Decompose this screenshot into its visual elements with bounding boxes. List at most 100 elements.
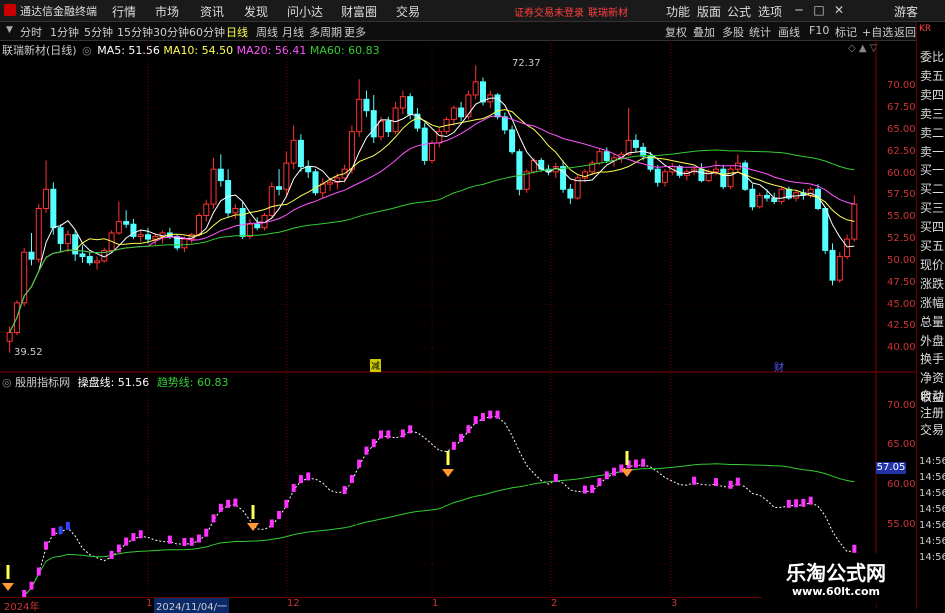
- candle-body-62: [458, 107, 465, 118]
- stock-title: 联瑞新材: [588, 8, 628, 19]
- candle-body-31: [232, 208, 239, 214]
- marker-jian[interactable]: 减: [370, 359, 382, 372]
- menu-wenxiaoda[interactable]: 问小达: [287, 3, 323, 20]
- y-tick-main-2: 65.00: [887, 123, 916, 135]
- candle-body-51: [378, 120, 385, 138]
- candle-body-42: [312, 171, 319, 194]
- tool-tongji[interactable]: 统计: [749, 24, 771, 40]
- ind-bar-29: [218, 503, 223, 512]
- menu-xuanxiang[interactable]: 选项: [758, 3, 782, 20]
- menu-zixun[interactable]: 资讯: [200, 3, 224, 20]
- ind-bar-110: [808, 496, 813, 505]
- y-tick-ind-2: 60.00: [887, 479, 916, 491]
- period-60min[interactable]: 60分钟: [189, 24, 225, 40]
- panel-lower-2[interactable]: 交易: [920, 421, 944, 438]
- period-daily[interactable]: 日线: [226, 24, 248, 40]
- right-quote-panel: KR 委比 卖五 卖四 卖三 卖二 卖一 买一 买二 买三 买四 买五 现价 涨跌 涨幅 总量 外盘 换手 净资收…: [916, 22, 945, 609]
- menu-faxian[interactable]: 发现: [244, 3, 268, 20]
- candle-body-69: [509, 129, 516, 153]
- tool-huaxian[interactable]: 画线: [778, 24, 800, 40]
- tool-zixuan[interactable]: +自选: [862, 24, 893, 40]
- ind-bar-50: [371, 439, 376, 448]
- candle-body-82: [603, 151, 610, 161]
- period-30min[interactable]: 30分钟: [153, 24, 189, 40]
- high-price-label: 72.37: [512, 58, 541, 69]
- period-1min[interactable]: 1分钟: [50, 24, 79, 40]
- panel-lower-1[interactable]: 注册: [920, 404, 944, 421]
- maximize-icon[interactable]: □: [810, 2, 828, 18]
- tool-duogu[interactable]: 多股: [722, 24, 744, 40]
- candle-body-44: [327, 181, 334, 185]
- toolbar-menu-icon[interactable]: ▼: [6, 25, 14, 35]
- minimize-icon[interactable]: ─: [790, 2, 808, 18]
- menu-caifuquan[interactable]: 财富圈: [341, 3, 377, 20]
- ind-bar-116: [852, 544, 857, 553]
- ind-bar-107: [786, 499, 791, 508]
- candle-body-16: [123, 221, 130, 225]
- candle-body-27: [203, 203, 210, 216]
- tool-fanhui[interactable]: 返回: [894, 24, 916, 40]
- menu-hangqing[interactable]: 行情: [112, 3, 136, 20]
- ind-bar-80: [590, 484, 595, 493]
- candle-body-7: [57, 227, 64, 244]
- period-5min[interactable]: 5分钟: [84, 24, 113, 40]
- menu-gongshi[interactable]: 公式: [727, 3, 751, 20]
- period-monthly[interactable]: 月线: [282, 24, 304, 40]
- period-more[interactable]: 更多: [344, 24, 366, 40]
- ind-bar-18: [138, 530, 143, 539]
- login-warning[interactable]: 证券交易未登录: [514, 4, 584, 19]
- watermark-url: www.60lt.com: [792, 585, 881, 598]
- candle-body-92: [676, 166, 683, 176]
- panel-lower-0[interactable]: 自动: [920, 387, 944, 404]
- period-15min[interactable]: 15分钟: [117, 24, 153, 40]
- ind-bar-99: [728, 480, 733, 489]
- tool-diejia[interactable]: 叠加: [693, 24, 715, 40]
- tool-biaoji[interactable]: 标记: [835, 24, 857, 40]
- tool-f10[interactable]: F10: [809, 24, 829, 37]
- candle-body-0: [6, 332, 13, 342]
- menu-shichang[interactable]: 市场: [155, 3, 179, 20]
- candle-body-24: [181, 238, 188, 249]
- signal-diamond-1: [247, 523, 259, 531]
- ind-bar-48: [357, 459, 362, 468]
- candle-body-10: [79, 253, 86, 258]
- period-weekly[interactable]: 周线: [256, 24, 278, 40]
- y-tick-main-3: 62.50: [887, 145, 916, 157]
- panel-row-7: 买二: [920, 182, 945, 197]
- menu-gongneng[interactable]: 功能: [666, 3, 690, 20]
- period-multi[interactable]: 多周期: [309, 24, 342, 40]
- ind-bar-97: [714, 478, 718, 487]
- panel-row-17: 净资: [920, 371, 945, 386]
- panel-row-13: 涨幅: [920, 295, 945, 310]
- candle-body-90: [662, 171, 669, 183]
- panel-row-15: 外盘: [920, 333, 945, 348]
- candle-body-70: [516, 151, 523, 190]
- y-tick-ind-3: 55.00: [887, 518, 916, 530]
- candle-body-28: [210, 168, 217, 205]
- ind-bar-25: [189, 537, 194, 546]
- tool-fuquan[interactable]: 复权: [665, 24, 687, 40]
- candle-body-3: [28, 251, 35, 260]
- candle-body-55: [407, 96, 414, 115]
- ind-bar-52: [386, 430, 391, 439]
- menu-jiaoyi[interactable]: 交易: [396, 3, 420, 20]
- marker-cai[interactable]: 财: [774, 359, 784, 374]
- ind-bar-64: [473, 416, 478, 425]
- candle-body-49: [363, 98, 370, 112]
- panel-row-3: 卖三: [920, 106, 945, 121]
- signal-bar-2: [446, 451, 450, 465]
- signal-bar-1: [251, 505, 255, 519]
- ind-bar-24: [182, 538, 187, 547]
- panel-time-5: 14:56: [919, 536, 945, 547]
- y-tick-main-4: 60.00: [887, 167, 916, 179]
- menu-banmian[interactable]: 版面: [697, 3, 721, 20]
- period-toolbar: ▼ 分时 1分钟 5分钟 15分钟 30分钟 60分钟 日线 周线 月线 多周期…: [0, 22, 945, 41]
- guest-user[interactable]: 游客: [894, 3, 918, 20]
- x-label-4: 1: [432, 598, 439, 609]
- chart-canvas[interactable]: [0, 40, 945, 609]
- close-icon[interactable]: ✕: [830, 2, 848, 18]
- ind-bar-14: [109, 550, 114, 559]
- ind-bar-8: [65, 521, 70, 530]
- candle-body-99: [727, 168, 734, 188]
- period-fenshi[interactable]: 分时: [20, 24, 42, 40]
